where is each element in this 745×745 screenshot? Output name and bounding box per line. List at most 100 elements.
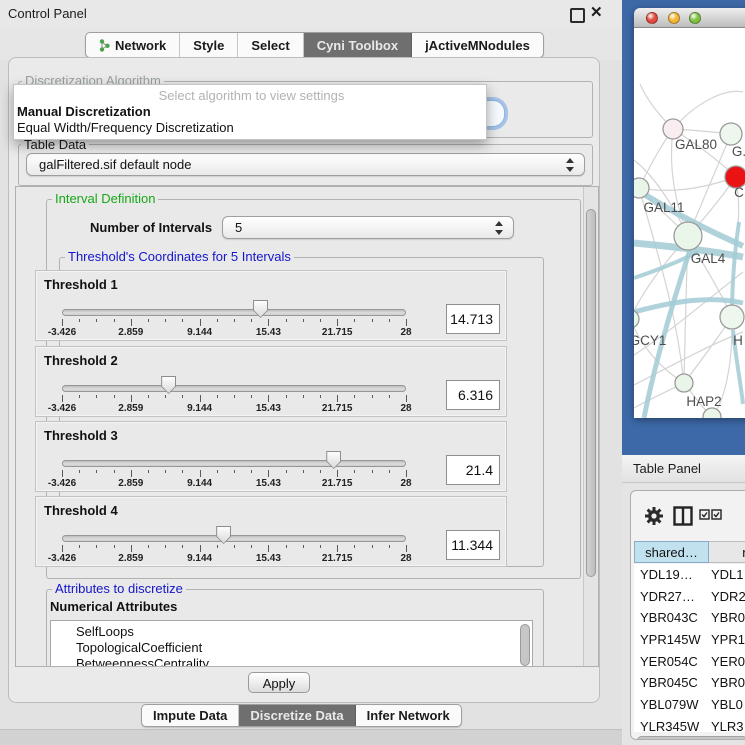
slider-tick-label: 15.43: [256, 478, 281, 489]
float-window-icon[interactable]: [570, 8, 585, 23]
slider-tick: [389, 545, 390, 548]
checkbox-icon[interactable]: [699, 509, 710, 520]
slider-tick-label: -3.426: [48, 327, 76, 338]
threshold-value-field[interactable]: 14.713: [446, 304, 500, 334]
tab-discretize-data[interactable]: Discretize Data: [239, 705, 355, 726]
slider-tick: [372, 470, 373, 473]
close-traffic-light[interactable]: [646, 12, 658, 24]
slider-track[interactable]: [62, 460, 406, 467]
slider-tick: [217, 395, 218, 398]
table-row[interactable]: YLR345WYLR3: [634, 716, 745, 732]
slider-tick: [200, 395, 201, 402]
network-node-label: HAP2: [686, 394, 721, 409]
apply-button[interactable]: Apply: [248, 672, 310, 693]
table-row[interactable]: YDL19…YDL1: [634, 564, 745, 586]
network-window-titlebar[interactable]: [634, 8, 745, 28]
slider-tick: [268, 319, 269, 326]
table-panel-body: shared… na YDL19…YDL1YDR27…YDR2YBR043CYB…: [622, 483, 745, 745]
network-edge-highlighted: [634, 252, 698, 278]
slider-track[interactable]: [62, 309, 406, 316]
threshold-label: Threshold 3: [44, 428, 118, 443]
minimize-traffic-light[interactable]: [668, 12, 680, 24]
slider-tick: [200, 470, 201, 477]
slider-tick: [182, 545, 183, 548]
threshold-value-field[interactable]: 11.344: [446, 530, 500, 560]
number-of-intervals-combobox[interactable]: 5: [222, 216, 514, 239]
slider-tick-label: 9.144: [187, 553, 212, 564]
threshold-value-field[interactable]: 6.316: [446, 380, 500, 410]
network-node: [674, 222, 702, 250]
column-header-shared-name[interactable]: shared…: [634, 541, 709, 563]
attribute-item[interactable]: BetweennessCentrality: [51, 656, 532, 667]
slider-tick: [337, 395, 338, 402]
slider-tick: [354, 470, 355, 473]
table-row[interactable]: YDR27…YDR2: [634, 586, 745, 608]
checkbox-icon[interactable]: [711, 509, 722, 520]
table-row[interactable]: YBL079WYBL0: [634, 694, 745, 716]
slider-tick: [268, 395, 269, 402]
tab-infer-network[interactable]: Infer Network: [356, 705, 461, 726]
slider-tick-label: 2.859: [118, 553, 143, 564]
dropdown-option[interactable]: Manual Discretization: [14, 104, 486, 120]
slider-tick: [303, 545, 304, 548]
close-icon[interactable]: ✕: [590, 3, 603, 21]
dropdown-option[interactable]: Equal Width/Frequency Discretization: [14, 120, 486, 136]
slider-tick: [234, 319, 235, 322]
tab-style[interactable]: Style: [180, 33, 238, 57]
column-header-name[interactable]: na: [709, 541, 745, 563]
cell-name: YBR0: [711, 607, 745, 629]
slider-tick-label: 9.144: [187, 478, 212, 489]
attributes-list-scrollbar[interactable]: [520, 624, 530, 666]
cell-name: YPR1: [711, 629, 745, 651]
tab-jactivemnodules[interactable]: jActiveMNodules: [412, 33, 543, 57]
slider-tick: [286, 470, 287, 473]
combo-stepper-icon: [566, 158, 575, 172]
settings-scrollbar-track[interactable]: [583, 187, 598, 666]
slider-tick: [337, 470, 338, 477]
slider-track[interactable]: [62, 385, 406, 392]
network-node: [663, 119, 683, 139]
network-graph: GAL80G.CGAL11GAL4GCY1HHAP2: [634, 28, 745, 418]
slider-track[interactable]: [62, 535, 406, 542]
network-node-label: GAL4: [691, 251, 726, 266]
slider-tick: [217, 545, 218, 548]
attribute-item[interactable]: SelfLoops: [51, 624, 532, 640]
tab-label: jActiveMNodules: [425, 38, 530, 53]
numerical-attributes-list[interactable]: SelfLoopsTopologicalCoefficientBetweenne…: [50, 620, 533, 667]
bottom-fill: [0, 730, 622, 745]
table-horizontal-scrollbar[interactable]: [637, 736, 745, 740]
slider-tick: [354, 319, 355, 322]
table-data-combobox[interactable]: galFiltered.sif default node: [26, 153, 585, 176]
slider-tick: [96, 319, 97, 322]
slider-tick: [114, 470, 115, 473]
slider-tick-label: 28: [400, 403, 411, 414]
table-row[interactable]: YPR145WYPR1: [634, 629, 745, 651]
panel-title: Control Panel: [8, 0, 87, 27]
tab-network[interactable]: Network: [86, 33, 180, 57]
slider-tick: [406, 545, 407, 552]
slider-tick: [131, 470, 132, 477]
settings-scroll-viewport: Interval Definition Number of Intervals …: [15, 186, 599, 667]
table-row[interactable]: YBR043CYBR0: [634, 607, 745, 629]
slider-tick: [62, 470, 63, 477]
attribute-item[interactable]: TopologicalCoefficient: [51, 640, 532, 656]
settings-scrollbar-thumb[interactable]: [586, 209, 596, 577]
cell-shared-name: YDL19…: [640, 564, 693, 586]
table-row[interactable]: YER054CYER0: [634, 651, 745, 673]
table-row[interactable]: YBR045CYBR0: [634, 672, 745, 694]
algorithm-dropdown-popup: Select algorithm to view settings Manual…: [13, 84, 487, 140]
slider-tick: [217, 319, 218, 322]
slider-tick: [251, 395, 252, 398]
network-window[interactable]: GAL80G.CGAL11GAL4GCY1HHAP2: [634, 8, 745, 418]
slider-tick: [372, 319, 373, 322]
tab-cyni-toolbox[interactable]: Cyni Toolbox: [304, 33, 412, 57]
threshold-value-field[interactable]: 21.4: [446, 455, 500, 485]
network-canvas[interactable]: GAL80G.CGAL11GAL4GCY1HHAP2: [634, 28, 745, 418]
slider-tick: [337, 545, 338, 552]
gear-icon[interactable]: [643, 505, 665, 527]
tab-select[interactable]: Select: [238, 33, 303, 57]
slider-tick: [131, 395, 132, 402]
split-columns-icon[interactable]: [673, 506, 693, 526]
tab-impute-data[interactable]: Impute Data: [142, 705, 239, 726]
zoom-traffic-light[interactable]: [689, 12, 701, 24]
